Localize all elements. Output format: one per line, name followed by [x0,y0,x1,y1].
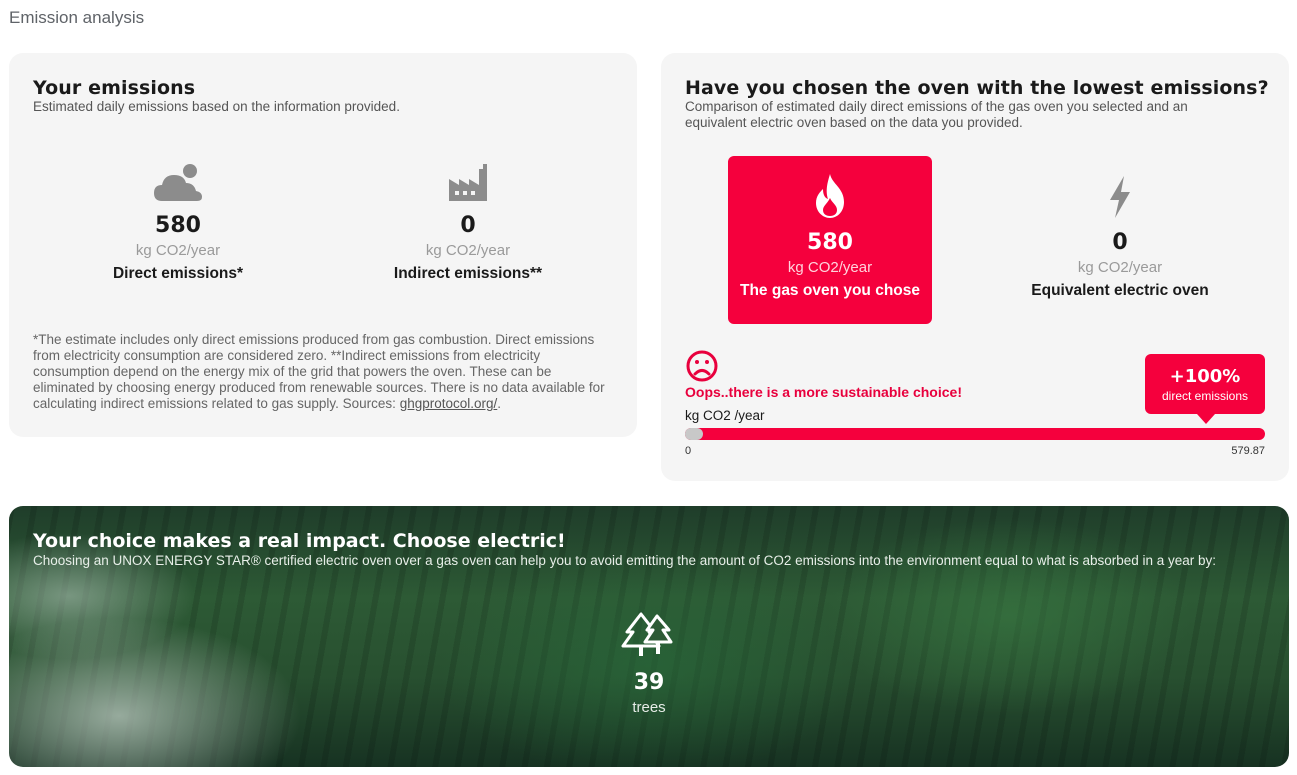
emissions-progress-bar [685,428,1265,440]
gas-oven-metric: 580 kg CO2/year The gas oven you chose [720,174,940,300]
gas-oven-label: The gas oven you chose [739,282,921,299]
emissions-difference-badge: +100% direct emissions [1145,354,1265,424]
indirect-emissions-label: Indirect emissions** [393,265,543,282]
impact-banner: Your choice makes a real impact. Choose … [9,506,1289,767]
bar-unit-label: kg CO2 /year [685,408,765,423]
emissions-bar-start-marker [685,428,703,440]
impact-subtitle: Choosing an UNOX ENERGY STAR® certified … [33,553,1217,568]
verdict-message: Oops..there is a more sustainable choice… [685,384,962,400]
trees-value: 39 [633,670,665,695]
trees-icon [589,610,709,658]
flame-icon [720,174,940,220]
impact-title: Your choice makes a real impact. Choose … [33,530,566,552]
direct-emissions-unit: kg CO2/year [135,242,221,259]
electric-oven-metric: 0 kg CO2/year Equivalent electric oven [1010,174,1230,300]
your-emissions-title: Your emissions [33,77,196,99]
your-emissions-subtitle: Estimated daily emissions based on the i… [33,99,400,114]
sad-face-icon [686,350,718,387]
electric-oven-label: Equivalent electric oven [1031,282,1209,299]
indirect-emissions-value: 0 [460,213,476,238]
factory-icon [358,157,578,203]
page-title: Emission analysis [9,8,145,27]
trees-unit: trees [632,699,666,716]
comparison-title: Have you chosen the oven with the lowest… [685,77,1269,99]
direct-emissions-label: Direct emissions* [112,265,244,282]
comparison-subtitle: Comparison of estimated daily direct emi… [685,99,1188,130]
gas-oven-unit: kg CO2/year [787,259,873,276]
bar-max-label: 579.87 [1231,445,1265,457]
oven-comparison-card: Have you chosen the oven with the lowest… [661,53,1289,481]
bar-min-label: 0 [685,445,692,457]
direct-emissions-value: 580 [155,213,201,238]
electric-oven-value: 0 [1112,230,1128,255]
gas-oven-value: 580 [807,230,853,255]
cloud-icon [68,157,288,203]
difference-label: direct emissions [1161,389,1249,403]
lightning-icon [1010,174,1230,220]
indirect-emissions-unit: kg CO2/year [425,242,511,259]
electric-oven-unit: kg CO2/year [1077,259,1163,276]
indirect-emissions-metric: 0 kg CO2/year Indirect emissions** [358,157,578,283]
footnote-end: . [497,396,502,411]
ghgprotocol-link[interactable]: ghgprotocol.org/ [400,396,498,411]
emissions-footnote: *The estimate includes only direct emiss… [33,332,608,412]
trees-metric: 39 trees [589,610,709,716]
difference-percent: +100% [1169,366,1241,387]
footnote-text: *The estimate includes only direct emiss… [33,332,605,411]
gas-oven-box: 580 kg CO2/year The gas oven you chose [728,156,932,324]
direct-emissions-metric: 580 kg CO2/year Direct emissions* [68,157,288,283]
your-emissions-card: Your emissions Estimated daily emissions… [9,53,637,437]
